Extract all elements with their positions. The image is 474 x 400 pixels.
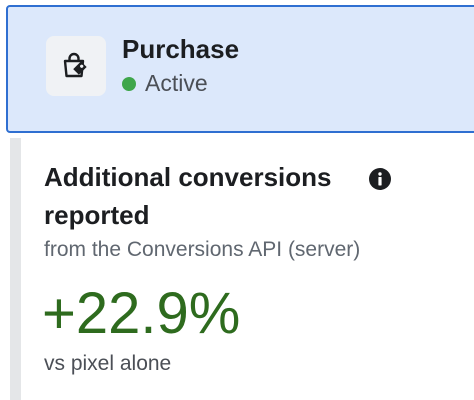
metric-value: +22.9% bbox=[42, 281, 241, 346]
shopping-bag-icon bbox=[63, 52, 87, 78]
metric-comparison: vs pixel alone bbox=[44, 352, 172, 375]
left-scroll-track bbox=[10, 138, 21, 400]
metric-source: from the Conversions API (server) bbox=[44, 238, 361, 261]
status-dot bbox=[122, 76, 136, 91]
event-icon-tile bbox=[46, 36, 106, 96]
status-label: Active bbox=[145, 70, 208, 96]
info-icon[interactable] bbox=[369, 168, 391, 190]
metric-title: Additional conversions reported bbox=[44, 162, 332, 230]
event-status: Active bbox=[122, 70, 208, 97]
conversions-api-panel: Purchase Active Additional conversions r… bbox=[0, 0, 474, 400]
event-name: Purchase bbox=[122, 34, 240, 64]
